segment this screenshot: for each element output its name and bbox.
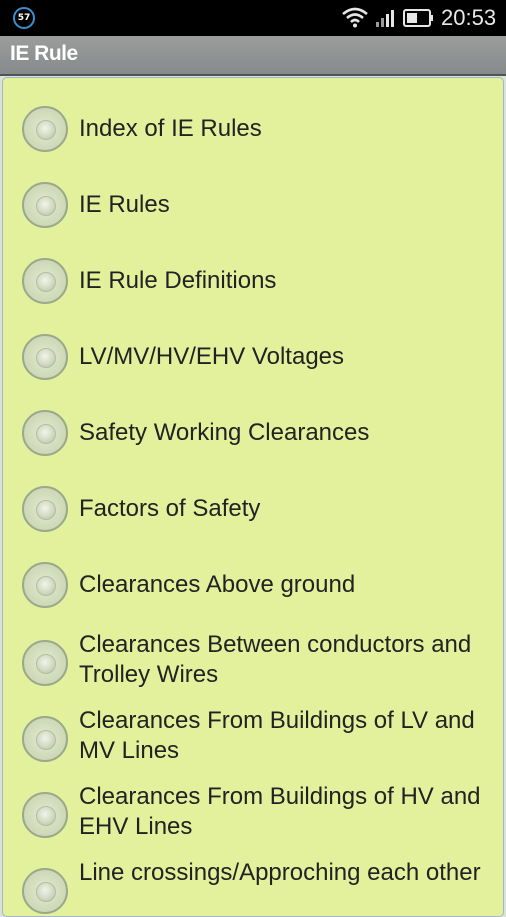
option-label: IE Rule Definitions (79, 267, 277, 294)
option-label: Clearances Between conductors and Trolle… (79, 631, 472, 688)
action-bar: IE Rule (0, 36, 506, 76)
option-voltages[interactable]: LV/MV/HV/EHV Voltages (3, 328, 503, 388)
option-label: Clearances From Buildings of LV and MV L… (79, 707, 475, 764)
option-clearances-buildings-lv-mv[interactable]: Clearances From Buildings of LV and MV L… (3, 707, 503, 772)
option-safety-working-clearances[interactable]: Safety Working Clearances (3, 404, 503, 464)
notification-badge-icon: 57 (13, 7, 35, 29)
signal-icon (376, 10, 394, 27)
status-bar: 57 20:53 (0, 0, 506, 36)
option-label: IE Rules (79, 191, 170, 218)
battery-icon (403, 9, 433, 27)
option-label: Clearances Above ground (79, 571, 356, 598)
option-ie-rules[interactable]: IE Rules (3, 176, 503, 236)
option-clearances-buildings-hv-ehv[interactable]: Clearances From Buildings of HV and EHV … (3, 783, 503, 848)
radio-button[interactable] (22, 792, 68, 838)
radio-button[interactable] (22, 410, 68, 456)
option-label: LV/MV/HV/EHV Voltages (79, 343, 345, 370)
option-label: Line crossings/Approching each other (79, 859, 481, 886)
radio-button[interactable] (22, 868, 68, 914)
option-index-of-ie-rules[interactable]: Index of IE Rules (3, 100, 503, 160)
radio-button[interactable] (22, 716, 68, 762)
app-title: IE Rule (10, 42, 78, 65)
option-label: Factors of Safety (79, 495, 261, 522)
option-ie-rule-definitions[interactable]: IE Rule Definitions (3, 252, 503, 312)
radio-button[interactable] (22, 258, 68, 304)
radio-button[interactable] (22, 334, 68, 380)
radio-button[interactable] (22, 182, 68, 228)
radio-button[interactable] (22, 562, 68, 608)
option-label: Safety Working Clearances (79, 419, 370, 446)
option-label: Clearances From Buildings of HV and EHV … (79, 783, 481, 840)
option-factors-of-safety[interactable]: Factors of Safety (3, 480, 503, 540)
option-line-crossings[interactable]: Line crossings/Approching each other (3, 859, 503, 916)
radio-button[interactable] (22, 640, 68, 686)
option-clearances-above-ground[interactable]: Clearances Above ground (3, 556, 503, 616)
wifi-icon (342, 7, 368, 28)
clock: 20:53 (441, 5, 497, 30)
radio-button[interactable] (22, 106, 68, 152)
option-label: Index of IE Rules (79, 115, 262, 142)
radio-button[interactable] (22, 486, 68, 532)
option-clearances-trolley-wires[interactable]: Clearances Between conductors and Trolle… (3, 631, 503, 696)
options-panel: Index of IE Rules IE Rules IE Rule Defin… (2, 77, 504, 917)
